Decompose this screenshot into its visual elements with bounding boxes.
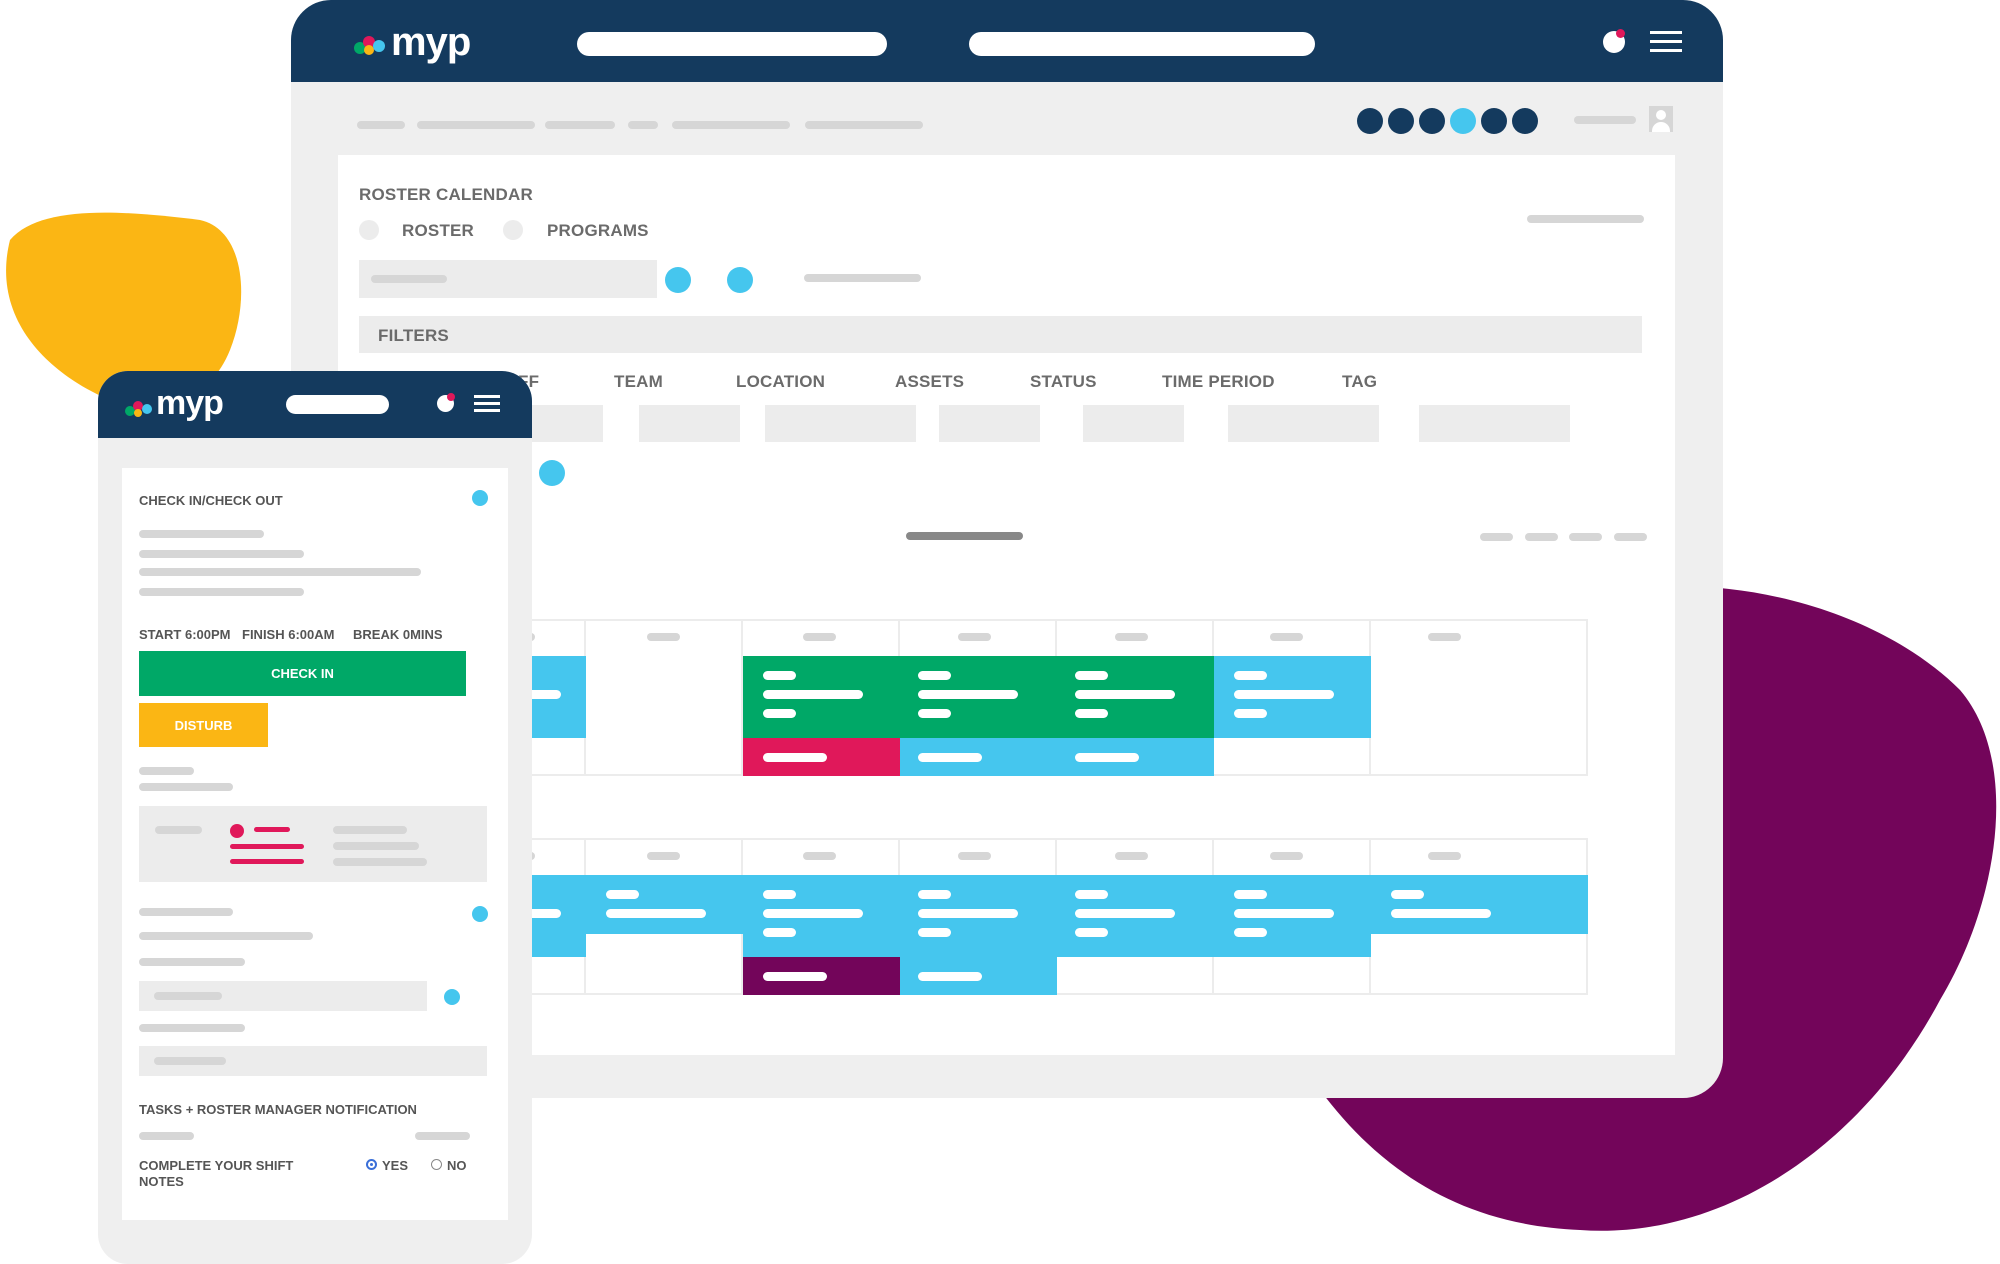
calendar-week (488, 619, 1588, 776)
shift-block[interactable] (1214, 875, 1371, 957)
logo-mark-icon (125, 401, 152, 417)
shift-finish: FINISH 6:00AM (242, 627, 335, 642)
pager-dot[interactable] (1481, 108, 1507, 134)
shift-block[interactable] (743, 875, 900, 957)
filter-location-select[interactable] (765, 405, 916, 442)
pager-dot[interactable] (1512, 108, 1538, 134)
nav-pill-1[interactable] (577, 32, 887, 56)
filters-header: FILTERS (359, 316, 1642, 353)
input-action-dot[interactable] (444, 989, 460, 1005)
shift-break: BREAK 0MINS (353, 627, 443, 642)
mobile-header: myp (98, 371, 532, 438)
radio-empty-icon (431, 1159, 442, 1170)
apply-filter-dot[interactable] (539, 460, 565, 486)
mobile-device: myp CHECK IN/CHECK OUT START 6:00PM FINI… (98, 371, 532, 1264)
mobile-card: CHECK IN/CHECK OUT START 6:00PM FINISH 6… (122, 468, 508, 1220)
check-in-label: CHECK IN (271, 666, 334, 681)
shift-block[interactable] (900, 738, 1057, 776)
checkin-section-title: CHECK IN/CHECK OUT (139, 493, 283, 508)
mobile-logo-text: myp (156, 384, 224, 422)
status-dot (472, 906, 488, 922)
check-in-button[interactable]: CHECK IN (139, 651, 466, 696)
mobile-input-field[interactable] (139, 981, 427, 1011)
shift-block[interactable] (1057, 656, 1214, 738)
programs-radio[interactable] (503, 220, 523, 240)
shift-block[interactable] (1057, 875, 1214, 957)
filter-tag-select[interactable] (1419, 405, 1570, 442)
shift-block[interactable] (1371, 875, 1588, 934)
menu-icon[interactable] (1650, 31, 1682, 53)
filter-time-period-select[interactable] (1228, 405, 1379, 442)
shift-block[interactable] (743, 738, 900, 776)
tasks-heading: TASKS + ROSTER MANAGER NOTIFICATION (139, 1102, 417, 1117)
calendar-nav-bar[interactable] (1480, 533, 1513, 541)
shift-block[interactable] (743, 957, 900, 995)
filter-time-period-label: TIME PERIOD (1162, 372, 1275, 391)
avatar[interactable] (1649, 106, 1673, 132)
radio-selected-icon (366, 1159, 377, 1170)
calendar-nav-bar[interactable] (1525, 533, 1558, 541)
status-bar (804, 274, 921, 282)
no-label: NO (447, 1158, 467, 1173)
pager-dot-active[interactable] (1450, 108, 1476, 134)
disturb-label: DISTURB (174, 717, 233, 733)
user-name-bar (1574, 116, 1636, 124)
header-right-bar (1527, 215, 1644, 223)
breadcrumb-bar[interactable] (417, 121, 535, 129)
shift-notes-question: COMPLETE YOUR SHIFT NOTES (139, 1158, 294, 1189)
shift-block[interactable] (1214, 656, 1371, 738)
filter-team-label: TEAM (614, 372, 663, 391)
mobile-nav-pill[interactable] (286, 395, 389, 414)
breadcrumb-bar[interactable] (545, 121, 615, 129)
shift-block[interactable] (1057, 738, 1214, 776)
pager-dot[interactable] (1357, 108, 1383, 134)
logo-mark-icon (354, 36, 385, 55)
calendar-week (488, 838, 1588, 995)
yes-label: YES (382, 1158, 409, 1173)
notification-card[interactable] (139, 806, 487, 882)
shift-start: START 6:00PM (139, 627, 231, 642)
filter-status-select[interactable] (1083, 405, 1184, 442)
mobile-input-field[interactable] (139, 1046, 487, 1076)
roster-title: ROSTER CALENDAR (359, 185, 533, 204)
filter-team-select[interactable] (639, 405, 740, 442)
calendar-nav-bar[interactable] (1569, 533, 1602, 541)
filter-status-label: STATUS (1030, 372, 1097, 391)
pager-dot[interactable] (1388, 108, 1414, 134)
desktop-header: myp (291, 0, 1723, 82)
search-field[interactable] (359, 260, 657, 298)
programs-option-label: PROGRAMS (547, 221, 649, 240)
notification-icon[interactable] (1603, 29, 1625, 53)
breadcrumb-bar[interactable] (628, 121, 658, 129)
filter-assets-select[interactable] (939, 405, 1040, 442)
pager-dot[interactable] (1419, 108, 1445, 134)
breadcrumb-bar[interactable] (672, 121, 790, 129)
status-dot (472, 490, 488, 506)
shift-block[interactable] (900, 957, 1057, 995)
filter-location-label: LOCATION (736, 372, 826, 391)
roster-radio[interactable] (359, 220, 379, 240)
logo-text: myp (391, 20, 471, 64)
calendar-nav-bar[interactable] (1614, 533, 1647, 541)
disturb-button[interactable]: DISTURB (139, 703, 268, 747)
breadcrumb-bar[interactable] (357, 121, 405, 129)
menu-icon[interactable] (474, 395, 500, 413)
roster-option-label: ROSTER (402, 221, 475, 240)
roster-panel: ROSTER CALENDAR ROSTER PROGRAMS FILTERS … (338, 155, 1675, 1055)
shift-block[interactable] (586, 875, 743, 934)
notification-icon[interactable] (437, 393, 455, 412)
shift-block[interactable] (900, 656, 1057, 738)
filters-heading: FILTERS (378, 326, 449, 345)
breadcrumb-bar[interactable] (805, 121, 923, 129)
shift-block[interactable] (743, 656, 900, 738)
filter-tag-label: TAG (1342, 372, 1378, 391)
alert-dot (230, 824, 244, 838)
nav-pill-2[interactable] (969, 32, 1315, 56)
filter-assets-label: ASSETS (895, 372, 965, 391)
calendar-scroll-handle[interactable] (906, 532, 1023, 540)
action-dot[interactable] (665, 267, 691, 293)
shift-block[interactable] (900, 875, 1057, 957)
action-dot[interactable] (727, 267, 753, 293)
